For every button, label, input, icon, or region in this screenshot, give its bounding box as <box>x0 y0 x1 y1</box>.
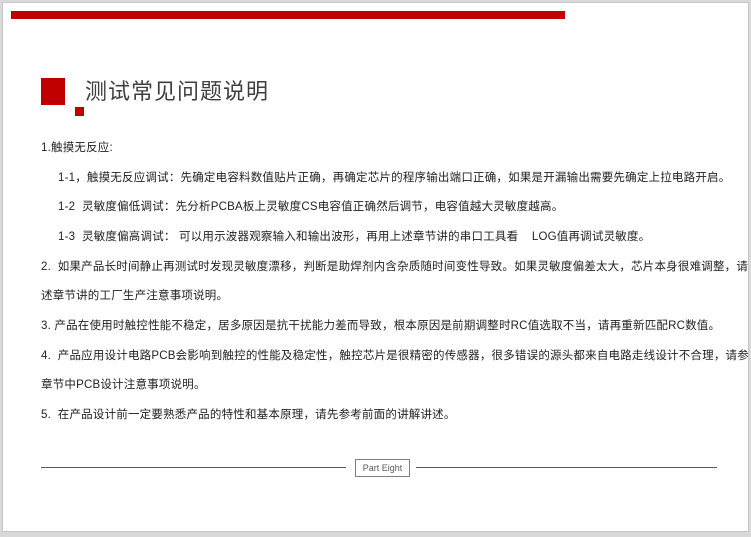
body-text-line: 1-3 灵敏度偏高调试： 可以用示波器观察输入和输出波形，再用上述章节讲的串口工… <box>41 221 734 251</box>
body-text-line: 3. 产品在使用时触控性能不稳定，居多原因是抗干扰能力差而导致，根本原因是前期调… <box>41 310 734 340</box>
body-text-line: 1.触摸无反应: <box>41 132 734 162</box>
body-text-line: 章节中PCB设计注意事项说明。 <box>41 370 734 400</box>
title-bullet-square <box>41 78 65 105</box>
body-text-line: 5. 在产品设计前一定要熟悉产品的特性和基本原理，请先参考前面的讲解讲述。 <box>41 399 734 429</box>
footer-part-badge: Part Eight <box>355 459 410 477</box>
footer-divider-right <box>416 467 717 468</box>
slide-canvas: { "slide": { "title": "测试常见问题说明", "foote… <box>0 0 751 537</box>
footer-divider-left <box>41 467 346 468</box>
body-text-line: 4. 产品应用设计电路PCB会影响到触控的性能及稳定性，触控芯片是很精密的传感器… <box>41 340 734 370</box>
body-text-line: 1-1，触摸无反应调试：先确定电容料数值贴片正确，再确定芯片的程序输出端口正确，… <box>41 162 734 192</box>
body-text-block: 1.触摸无反应: 1-1，触摸无反应调试：先确定电容料数值贴片正确，再确定芯片的… <box>41 132 734 429</box>
slide-page: 测试常见问题说明 1.触摸无反应: 1-1，触摸无反应调试：先确定电容料数值贴片… <box>2 2 749 532</box>
body-text-line: 述章节讲的工厂生产注意事项说明。 <box>41 280 734 310</box>
top-accent-bar <box>11 11 565 19</box>
body-text-line: 2. 如果产品长时间静止再测试时发现灵敏度漂移，判断是助焊剂内含杂质随时间变性导… <box>41 251 734 281</box>
title-bullet-square-small <box>75 107 84 116</box>
footer: Part Eight <box>3 458 748 478</box>
slide-title: 测试常见问题说明 <box>85 77 269 107</box>
body-text-line: 1-2 灵敏度偏低调试：先分析PCBA板上灵敏度CS电容值正确然后调节，电容值越… <box>41 191 734 221</box>
